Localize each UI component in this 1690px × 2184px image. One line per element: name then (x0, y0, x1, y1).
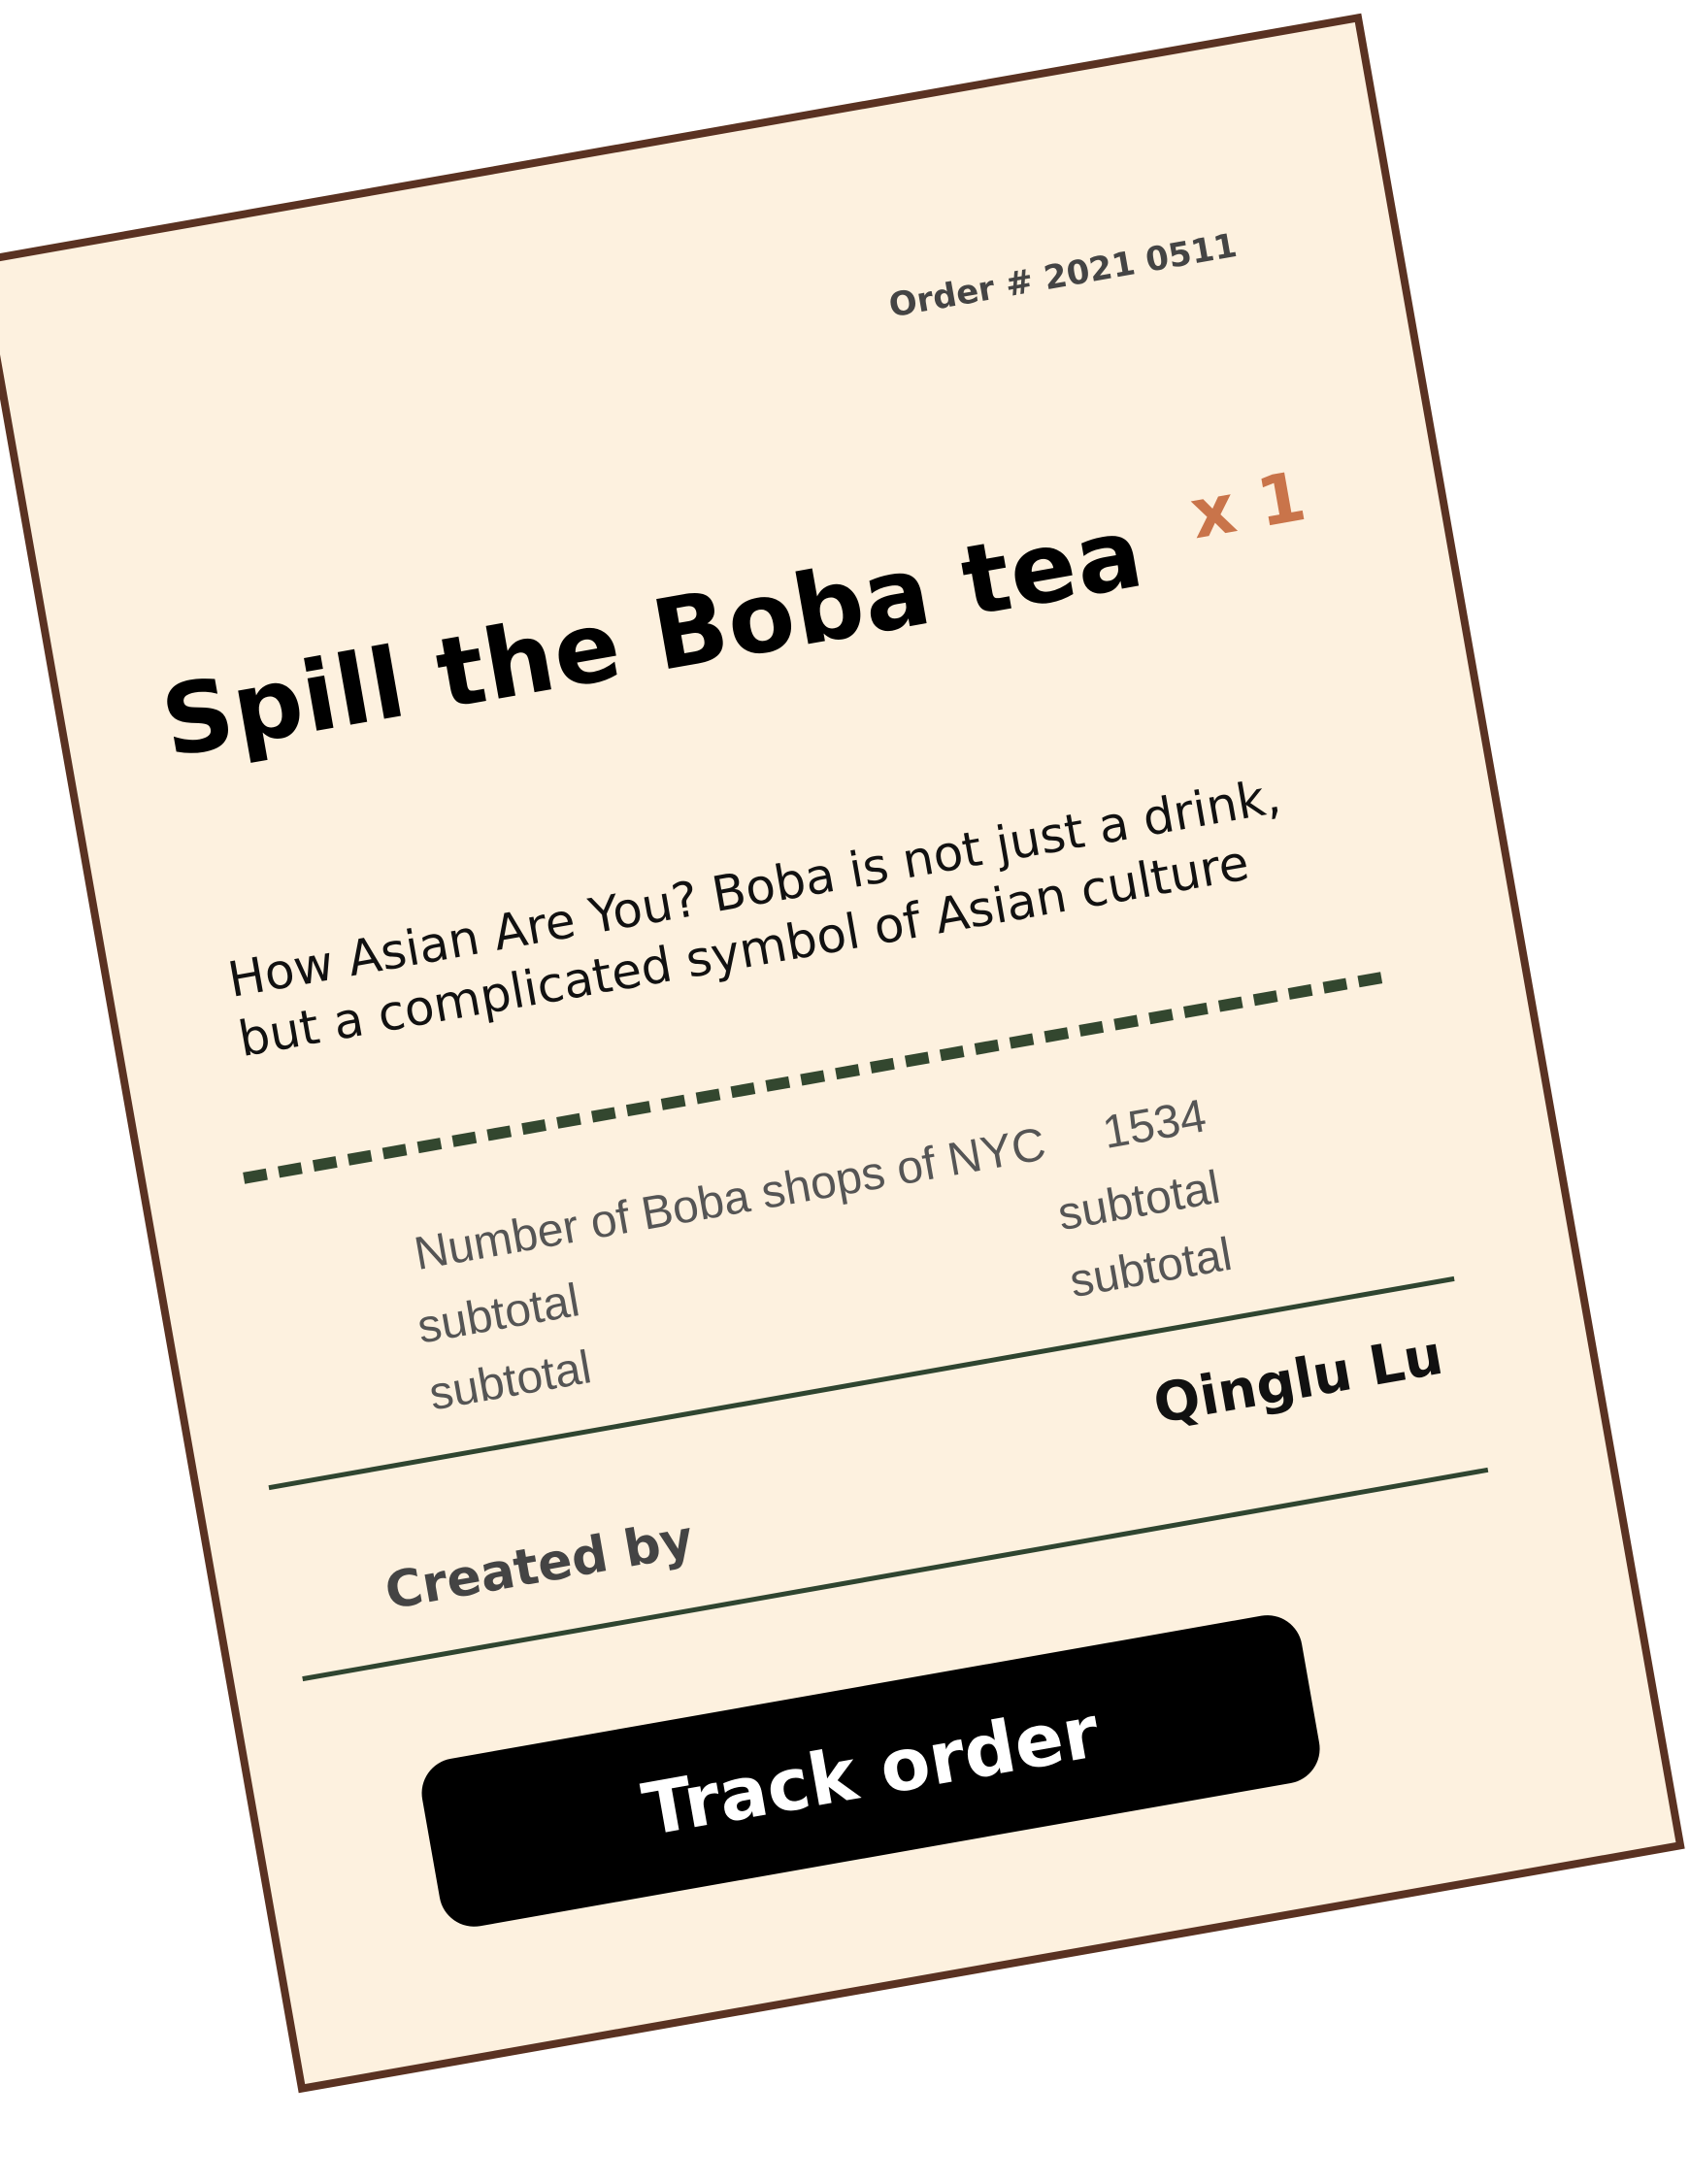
order-number: Order # 2021 0511 (885, 225, 1241, 326)
author-name: Qinglu Lu (1148, 1323, 1448, 1437)
subtotal-right-1: subtotal (1053, 1161, 1224, 1241)
product-description: How Asian Are You? Boba is not just a dr… (223, 767, 1285, 1069)
product-title: Spill the Boba tea (153, 495, 1152, 780)
receipt-card: Order # 2021 0511 Spill the Boba tea x 1… (0, 13, 1685, 2094)
subtotal-right-2: subtotal (1066, 1228, 1236, 1308)
subtotal-left-2: subtotal (425, 1341, 596, 1421)
quantity-badge: x 1 (1184, 456, 1311, 555)
stat-label: Number of Boba shops of NYC (411, 1118, 1050, 1280)
subtotal-left-1: subtotal (414, 1274, 583, 1354)
track-order-button[interactable]: Track order (415, 1609, 1326, 1933)
created-by-label: Created by (381, 1509, 698, 1622)
stat-value: 1534 (1099, 1090, 1210, 1159)
